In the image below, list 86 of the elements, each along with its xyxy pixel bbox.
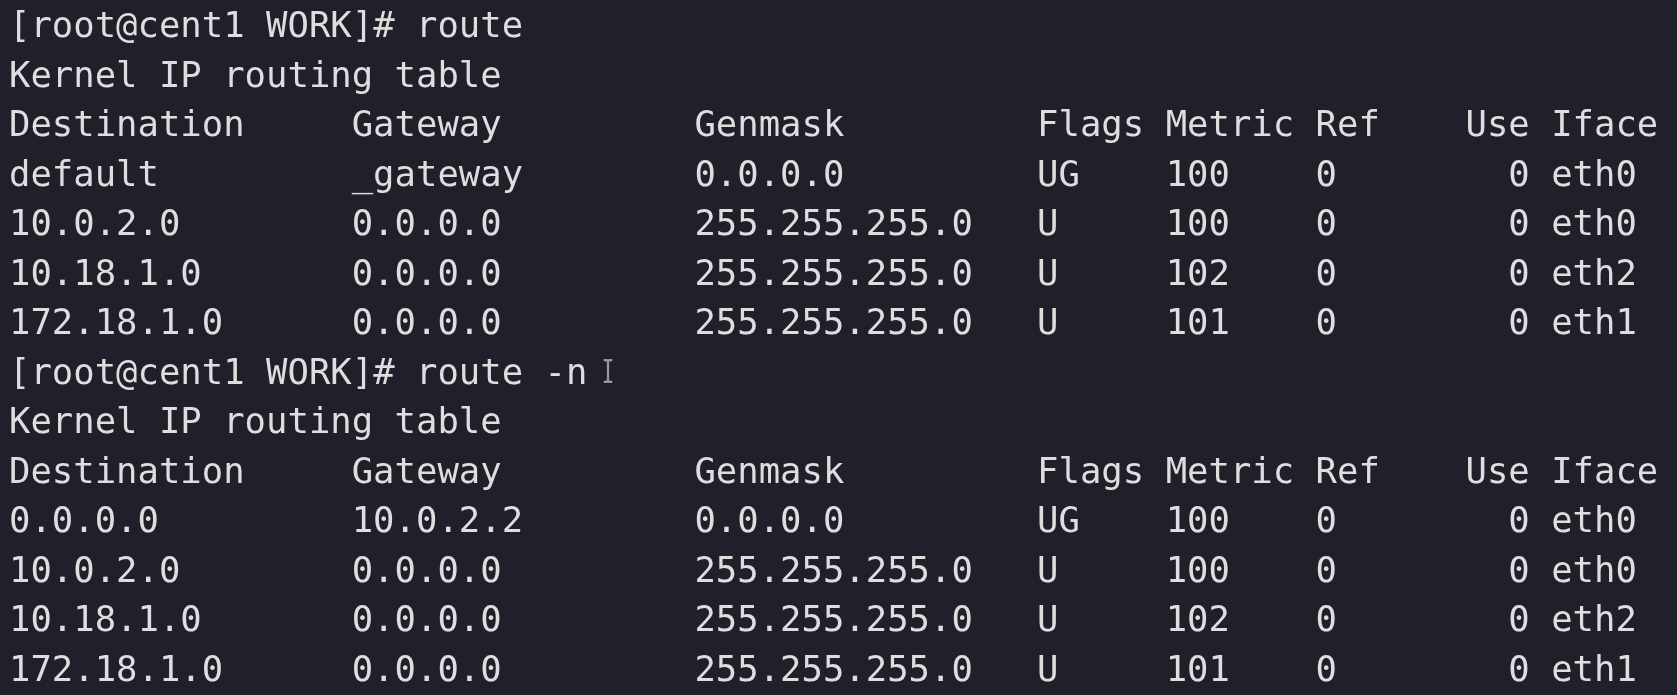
column-header: Destination [9, 102, 245, 146]
table-cell-text: U [1037, 201, 1059, 245]
column-header: Genmask [694, 102, 845, 146]
table-cell-text: 0 [1508, 498, 1530, 542]
table-cell-text: UG [1037, 498, 1080, 542]
command-text: route -n [416, 349, 588, 394]
column-header: Destination [9, 448, 245, 493]
table-cell-text: default [9, 151, 159, 196]
table-cell-text: 100 [1165, 498, 1230, 542]
table-cell-text: eth1 [1551, 300, 1637, 344]
table-cell-text: 10.0.2.0 [9, 201, 181, 245]
column-header: Flags [1037, 448, 1145, 493]
table-cell-text: 10.18.1.0 [9, 597, 202, 641]
output-title: Kernel IP routing table [9, 399, 502, 443]
table-cell-text: 101 [1165, 300, 1230, 344]
table-cell-text: 0 [1315, 646, 1337, 691]
table-cell-text: U [1037, 300, 1059, 344]
table-cell-text: eth2 [1551, 597, 1637, 641]
table-cell-text: 100 [1165, 547, 1230, 592]
table-cell-text: 0 [1315, 151, 1337, 196]
table-cell-text: UG [1037, 151, 1080, 196]
table-cell-text: 0.0.0.0 [351, 597, 502, 641]
command-text: route [416, 3, 524, 47]
table-cell-text: 100 [1165, 201, 1230, 245]
column-header: Gateway [351, 448, 502, 493]
output-title: Kernel IP routing table [9, 52, 502, 97]
table-cell-text: eth2 [1551, 250, 1637, 295]
table-cell-text: 0 [1315, 547, 1337, 592]
table-cell-text: 0.0.0.0 [694, 498, 845, 542]
table-cell-text: 0.0.0.0 [9, 498, 159, 542]
table-cell-text: eth1 [1551, 646, 1637, 691]
table-cell-text: 10.0.2.0 [9, 547, 181, 592]
table-cell-text: eth0 [1551, 498, 1637, 542]
column-header: Gateway [351, 102, 502, 146]
table-cell-text: 172.18.1.0 [9, 646, 224, 691]
column-header: Use [1465, 102, 1530, 146]
table-cell-text: eth0 [1551, 201, 1637, 245]
table-cell-text: 255.255.255.0 [694, 646, 973, 691]
column-header: Use [1465, 448, 1530, 493]
table-cell-text: _gateway [351, 151, 524, 197]
table-cell-text: 0 [1315, 300, 1337, 344]
table-cell-text: eth0 [1551, 151, 1637, 196]
table-cell-text: 0 [1508, 250, 1530, 295]
table-cell-text: 10.0.2.2 [351, 498, 524, 542]
table-cell-text: 255.255.255.0 [694, 201, 973, 245]
table-cell-text: 0.0.0.0 [351, 201, 502, 245]
table-cell-text: 0 [1315, 597, 1337, 641]
table-cell-text: U [1037, 597, 1059, 641]
column-header: Metric [1165, 102, 1295, 146]
table-cell-text: U [1037, 250, 1059, 295]
table-cell-text: 0 [1508, 300, 1530, 344]
table-cell-text: 255.255.255.0 [694, 597, 973, 641]
command-prompt: [root@cent1 WORK]# [9, 349, 395, 394]
table-cell-text: 0.0.0.0 [351, 250, 502, 295]
table-cell-text: 255.255.255.0 [694, 300, 973, 344]
table-cell-text: 0 [1315, 250, 1337, 295]
table-cell-text: 101 [1165, 646, 1230, 691]
table-cell-text: 0 [1508, 547, 1530, 592]
table-cell-text: 0 [1508, 646, 1530, 691]
table-cell-text: 100 [1165, 151, 1230, 196]
column-header: Ref [1315, 102, 1380, 146]
table-cell-text: 0 [1508, 151, 1530, 196]
column-header: Genmask [694, 448, 845, 493]
table-cell-text: 0 [1508, 597, 1530, 641]
column-header: Flags [1037, 102, 1145, 146]
table-cell-text: 255.255.255.0 [694, 547, 973, 592]
table-cell-text: 10.18.1.0 [9, 250, 202, 295]
column-header: Iface [1551, 102, 1659, 146]
table-cell-text: 172.18.1.0 [9, 300, 224, 344]
table-cell-text: 0.0.0.0 [351, 646, 502, 691]
column-header: Metric [1165, 448, 1295, 493]
table-cell-text: 0.0.0.0 [351, 547, 502, 592]
column-header: Iface [1551, 448, 1659, 493]
table-cell-text: U [1037, 646, 1059, 691]
table-cell-text: 102 [1165, 597, 1230, 641]
table-cell-text: 255.255.255.0 [694, 250, 973, 295]
table-cell-text: 0 [1315, 498, 1337, 542]
table-cell-text: 0 [1508, 201, 1530, 245]
table-cell-text: 0.0.0.0 [694, 151, 845, 196]
table-cell-text: 0.0.0.0 [351, 300, 502, 344]
table-cell-text: eth0 [1551, 547, 1637, 592]
table-cell-text: 102 [1165, 250, 1230, 295]
command-prompt: [root@cent1 WORK]# [9, 3, 395, 47]
table-cell-text: U [1037, 547, 1059, 592]
column-header: Ref [1315, 448, 1380, 493]
table-cell-text: 0 [1315, 201, 1337, 245]
